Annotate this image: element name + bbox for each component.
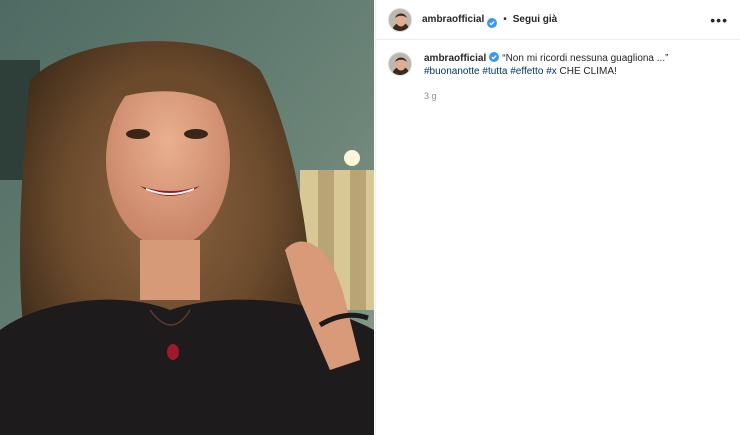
follow-button[interactable]: Segui già	[513, 14, 557, 25]
avatar-image	[389, 8, 411, 31]
verified-badge-icon	[489, 52, 500, 62]
selfie-image	[0, 0, 374, 435]
more-options-icon[interactable]: •••	[710, 13, 728, 27]
caption-tail: CHE CLIMA!	[559, 66, 617, 77]
verified-badge-icon	[487, 15, 498, 28]
hashtag-link[interactable]: #x	[546, 66, 557, 77]
post-header: ambraofficial • Segui già •••	[376, 0, 740, 40]
caption-username[interactable]: ambraofficial	[424, 53, 486, 64]
username[interactable]: ambraofficial	[422, 14, 484, 25]
post-side-panel: ambraofficial • Segui già ••• ambraoffic…	[375, 0, 740, 435]
caption-row: ambraofficial “Non mi ricordi nessuna gua…	[376, 40, 740, 103]
hashtag-link[interactable]: #buonanotte	[424, 66, 480, 77]
avatar[interactable]	[388, 7, 412, 32]
post-timestamp[interactable]: 3 g	[424, 90, 668, 103]
post-photo[interactable]	[0, 0, 374, 435]
hashtag-link[interactable]: #tutta	[482, 66, 507, 77]
caption-avatar[interactable]	[388, 52, 412, 76]
caption-text: “Non mi ricordi nessuna guagliona ...”	[502, 53, 669, 64]
hashtag-link[interactable]: #effetto	[510, 66, 543, 77]
separator-dot: •	[503, 14, 507, 25]
avatar-image	[389, 53, 411, 75]
caption-body: ambraofficial “Non mi ricordi nessuna gua…	[424, 52, 668, 103]
